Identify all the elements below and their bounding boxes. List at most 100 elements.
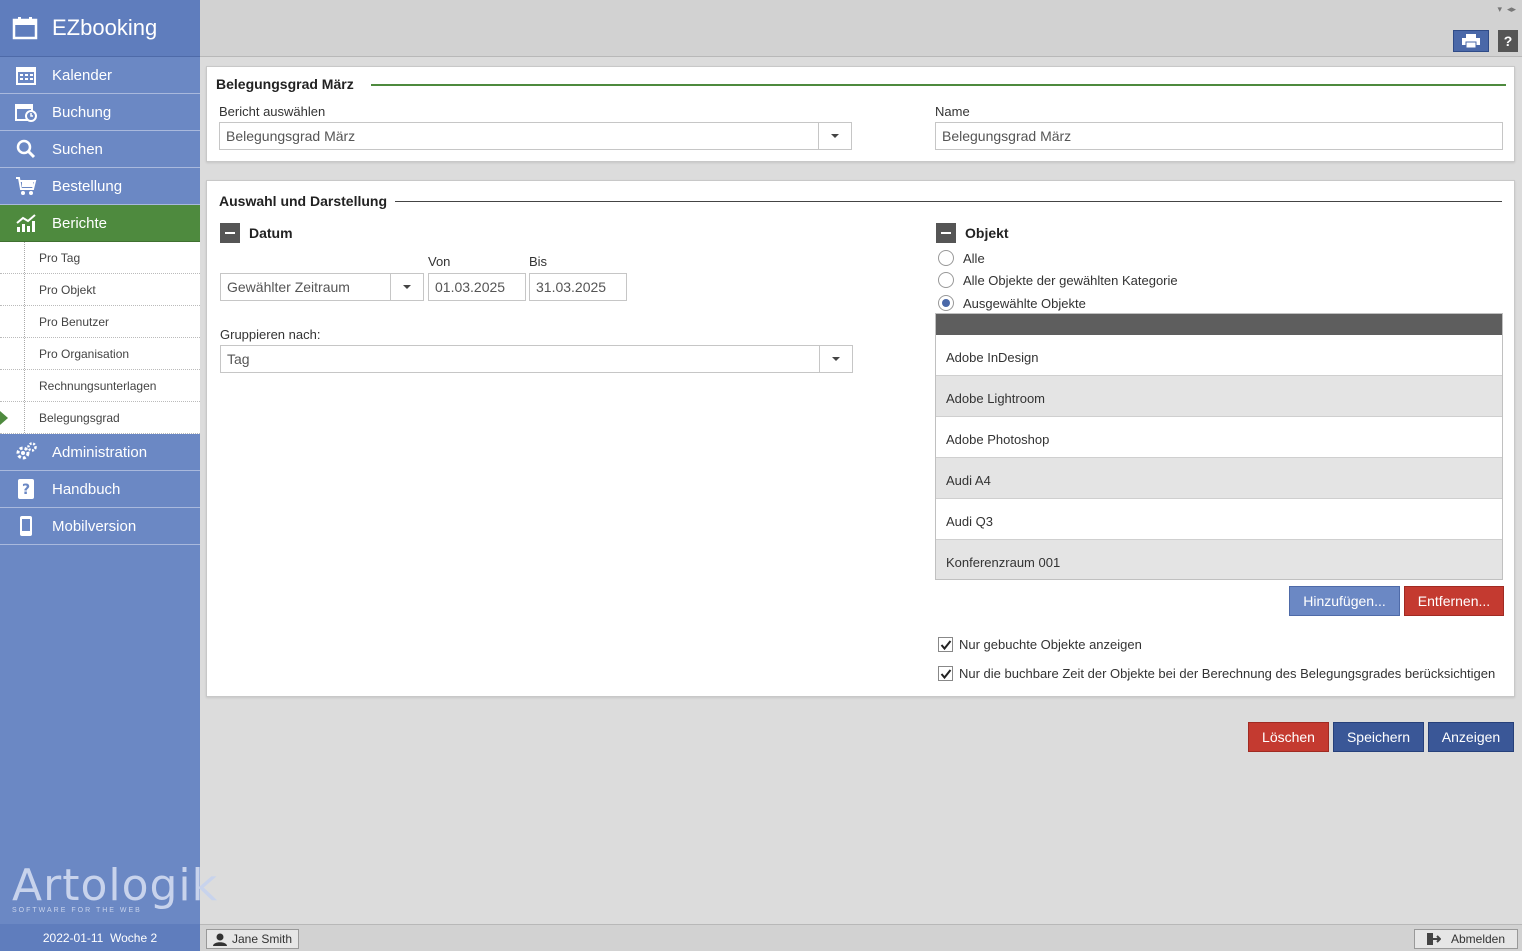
logout-icon [1426, 933, 1441, 945]
svg-text:?: ? [22, 482, 30, 498]
list-item-label: Adobe Lightroom [946, 390, 1046, 406]
sidebar-item-buchung[interactable]: Buchung [0, 94, 200, 131]
app-header: EZbooking [0, 0, 200, 57]
radio-category[interactable]: Alle Objekte der gewählten Kategorie [938, 272, 1178, 288]
sidebar-item-handbuch[interactable]: ? Handbuch [0, 471, 200, 508]
sidebar-item-suchen[interactable]: Suchen [0, 131, 200, 168]
list-item[interactable]: Adobe InDesign [936, 335, 1502, 376]
to-date-input[interactable]: 31.03.2025 [529, 273, 627, 301]
topbar: ▾ ◂▸ ? [200, 0, 1522, 57]
checkbox[interactable] [938, 666, 953, 681]
checkbox[interactable] [938, 637, 953, 652]
subitem-label: Pro Objekt [39, 282, 96, 297]
subitem-belegungsgrad[interactable]: Belegungsgrad [0, 402, 200, 434]
list-item[interactable]: Audi A4 [936, 458, 1502, 499]
checkbox-label: Nur gebuchte Objekte anzeigen [959, 637, 1142, 652]
show-button[interactable]: Anzeigen [1428, 722, 1514, 752]
datum-title: Datum [249, 225, 293, 241]
report-select[interactable]: Belegungsgrad März [219, 122, 852, 150]
sidebar-item-berichte[interactable]: Berichte [0, 205, 200, 242]
radio-alle[interactable]: Alle [938, 250, 985, 266]
object-list-header [936, 314, 1502, 335]
checkmark-icon [940, 639, 951, 650]
radio-label: Ausgewählte Objekte [963, 295, 1086, 311]
list-item[interactable]: Audi Q3 [936, 499, 1502, 540]
subitem-label: Pro Benutzer [39, 314, 110, 329]
help-button[interactable]: ? [1498, 30, 1518, 52]
delete-button[interactable]: Löschen [1248, 722, 1329, 752]
radio-button[interactable] [938, 272, 954, 288]
radio-label: Alle [963, 250, 985, 266]
add-button[interactable]: Hinzufügen... [1289, 586, 1400, 616]
save-button[interactable]: Speichern [1333, 722, 1424, 752]
section-divider [395, 201, 1502, 202]
sidebar-item-label: Handbuch [52, 480, 121, 498]
list-item[interactable]: Adobe Photoshop [936, 417, 1502, 458]
subitem-pro-tag[interactable]: Pro Tag [0, 242, 200, 274]
from-label: Von [428, 254, 451, 269]
current-date: 2022-01-11 [42, 930, 104, 945]
to-date-value: 31.03.2025 [536, 279, 607, 295]
sidebar-item-administration[interactable]: Administration [0, 434, 200, 471]
logout-button[interactable]: Abmelden [1414, 929, 1518, 949]
radio-button[interactable] [938, 250, 954, 266]
group-by-select[interactable]: Tag [220, 345, 853, 373]
chevron-down-icon[interactable] [818, 123, 851, 149]
objekt-title: Objekt [965, 225, 1009, 241]
subitem-label: Pro Tag [39, 250, 81, 265]
radio-button[interactable] [938, 295, 954, 311]
sidebar-item-label: Administration [52, 443, 148, 461]
booking-icon [14, 101, 38, 123]
print-button[interactable] [1453, 30, 1489, 52]
group-by-label: Gruppieren nach: [220, 327, 321, 342]
sidebar-item-bestellung[interactable]: Bestellung [0, 168, 200, 205]
list-item-label: Adobe Photoshop [946, 431, 1050, 447]
subitem-pro-objekt[interactable]: Pro Objekt [0, 274, 200, 306]
sidebar-item-label: Mobilversion [52, 517, 137, 535]
list-item[interactable]: Adobe Lightroom [936, 376, 1502, 417]
artologik-logo: Artologik SOFTWARE FOR THE WEB [12, 860, 218, 914]
sidebar-item-label: Kalender [52, 66, 113, 84]
app-title: EZbooking [52, 15, 158, 40]
report-select-value: Belegungsgrad März [226, 128, 356, 144]
only-booked-checkbox-row[interactable]: Nur gebuchte Objekte anzeigen [938, 637, 1142, 652]
name-input[interactable]: Belegungsgrad März [935, 122, 1503, 150]
subitem-label: Rechnungsunterlagen [39, 378, 157, 393]
window-controls-icon[interactable]: ▾ ◂▸ [1497, 4, 1516, 15]
remove-button[interactable]: Entfernen... [1404, 586, 1504, 616]
objekt-collapse-button[interactable] [936, 223, 956, 243]
period-select[interactable]: Gewählter Zeitraum [220, 273, 424, 301]
logout-label: Abmelden [1450, 932, 1506, 946]
active-arrow-icon [0, 411, 8, 425]
calendar-icon [14, 64, 38, 86]
subitem-pro-organisation[interactable]: Pro Organisation [0, 338, 200, 370]
current-week: Woche 2 [110, 930, 158, 945]
mobile-icon [14, 515, 38, 537]
report-panel: Belegungsgrad März Bericht auswählen Bel… [206, 66, 1515, 162]
chevron-down-icon[interactable] [819, 346, 852, 372]
sidebar-item-mobilversion[interactable]: Mobilversion [0, 508, 200, 545]
user-button[interactable]: Jane Smith [206, 929, 300, 949]
to-label: Bis [529, 254, 548, 269]
datum-collapse-button[interactable] [220, 223, 240, 243]
list-item[interactable]: Konferenzraum 001 [936, 540, 1502, 579]
object-list[interactable]: Adobe InDesign Adobe Lightroom Adobe Pho… [935, 313, 1503, 580]
subitem-rechnungsunterlagen[interactable]: Rechnungsunterlagen [0, 370, 200, 402]
subitem-pro-benutzer[interactable]: Pro Benutzer [0, 306, 200, 338]
sidebar-item-label: Buchung [52, 103, 112, 121]
sidebar-item-kalender[interactable]: Kalender [0, 57, 200, 94]
name-input-value: Belegungsgrad März [942, 128, 1072, 144]
checkbox-label: Nur die buchbare Zeit der Objekte bei de… [959, 666, 1496, 681]
report-select-label: Bericht auswählen [219, 104, 326, 119]
radio-label: Alle Objekte der gewählten Kategorie [963, 272, 1178, 288]
radio-selected-objects[interactable]: Ausgewählte Objekte [938, 295, 1086, 311]
sidebar-item-label: Berichte [52, 214, 108, 232]
statusbar: Jane Smith Abmelden [200, 924, 1522, 951]
chevron-down-icon[interactable] [390, 274, 423, 300]
from-date-input[interactable]: 01.03.2025 [428, 273, 526, 301]
checkmark-icon [940, 668, 951, 679]
calendar-logo-icon [12, 16, 38, 40]
bookable-time-checkbox-row[interactable]: Nur die buchbare Zeit der Objekte bei de… [938, 666, 1495, 681]
gears-icon [14, 441, 38, 463]
printer-icon [1462, 34, 1480, 48]
